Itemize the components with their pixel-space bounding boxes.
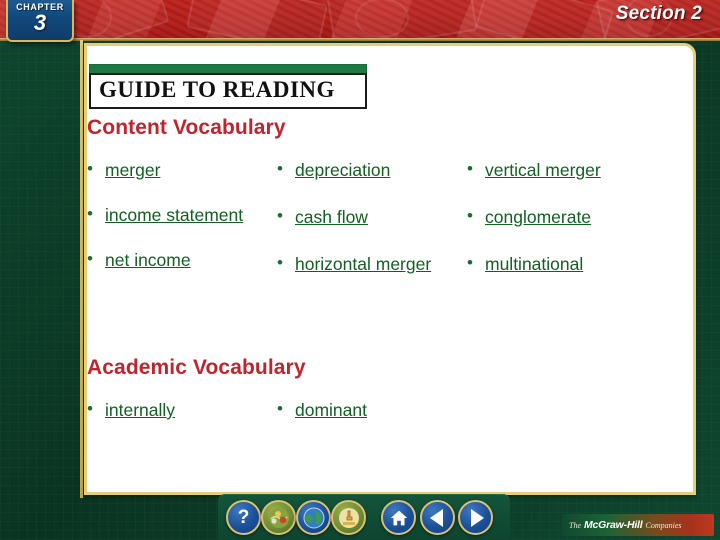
vocabulary-item[interactable]: • merger (87, 158, 277, 183)
academic-vocabulary-column-1: • internally (87, 398, 277, 443)
publisher-logo-name: McGraw-Hill (584, 519, 643, 531)
bullet-icon: • (87, 159, 93, 178)
gold-divider-rule (80, 40, 83, 498)
vocabulary-term[interactable]: cash flow (295, 205, 368, 230)
currency-texture-shape (475, 0, 614, 41)
currency-texture-shape (186, 0, 328, 41)
media-button[interactable] (261, 500, 296, 535)
bullet-icon: • (277, 206, 283, 225)
vocabulary-item[interactable]: • cash flow (277, 205, 467, 230)
vocabulary-item[interactable]: • conglomerate (467, 205, 682, 230)
content-vocabulary-heading: Content Vocabulary (87, 116, 286, 139)
vocabulary-term[interactable]: depreciation (295, 158, 390, 183)
content-vocabulary-column-3: • vertical merger • conglomerate • multi… (467, 158, 682, 299)
vocabulary-term[interactable]: multinational (485, 252, 583, 277)
chapter-badge: CHAPTER 3 (6, 0, 74, 42)
vocabulary-term[interactable]: horizontal merger (295, 252, 431, 277)
vocabulary-term[interactable]: dominant (295, 398, 367, 423)
guide-green-bar (89, 64, 367, 73)
bullet-icon: • (467, 253, 473, 272)
vocabulary-term[interactable]: vertical merger (485, 158, 601, 183)
vocabulary-term[interactable]: merger (105, 158, 160, 183)
next-button[interactable] (458, 500, 493, 535)
guide-to-reading-box: GUIDE TO READING (89, 64, 367, 109)
home-button[interactable] (381, 500, 416, 535)
vocabulary-item[interactable]: • internally (87, 398, 277, 423)
content-vocabulary-column-1: • merger • income statement • net income (87, 158, 277, 293)
bullet-icon: • (277, 159, 283, 178)
vocabulary-item[interactable]: • vertical merger (467, 158, 682, 183)
vocabulary-item[interactable]: • multinational (467, 252, 682, 277)
bullet-icon: • (87, 204, 93, 223)
multimedia-icon (268, 507, 289, 528)
vocabulary-item[interactable]: • horizontal merger (277, 252, 467, 277)
hand-click-icon (338, 507, 359, 528)
activity-button[interactable] (331, 500, 366, 535)
home-icon (390, 510, 407, 525)
top-banner: Section 2 (0, 0, 720, 41)
academic-vocabulary-column-2: • dominant (277, 398, 487, 443)
vocabulary-item[interactable]: • dominant (277, 398, 487, 423)
vocabulary-item[interactable]: • depreciation (277, 158, 467, 183)
help-button[interactable]: ? (226, 500, 261, 535)
vocabulary-term[interactable]: income statement (105, 203, 243, 228)
vocabulary-term[interactable]: net income (105, 248, 191, 273)
right-arrow-icon (470, 508, 484, 527)
bullet-icon: • (87, 249, 93, 268)
bullet-icon: • (277, 253, 283, 272)
content-vocabulary-column-2: • depreciation • cash flow • horizontal … (277, 158, 467, 299)
section-label: Section 2 (615, 3, 702, 24)
bottom-toolbar: ? The McGraw-Hill Companies (0, 494, 720, 540)
vocabulary-item[interactable]: • income statement (87, 203, 277, 228)
vocabulary-item[interactable]: • net income (87, 248, 277, 273)
globe-icon (303, 507, 324, 528)
previous-button[interactable] (420, 500, 455, 535)
bullet-icon: • (87, 399, 93, 418)
publisher-logo-the: The (569, 520, 581, 530)
content-card: GUIDE TO READING Content Vocabulary • me… (84, 43, 696, 495)
left-arrow-icon (429, 508, 443, 527)
publisher-logo: The McGraw-Hill Companies (562, 514, 714, 536)
academic-vocabulary-heading: Academic Vocabulary (87, 356, 306, 379)
publisher-logo-companies: Companies (645, 520, 682, 530)
vocabulary-term[interactable]: conglomerate (485, 205, 591, 230)
vocabulary-term[interactable]: internally (105, 398, 175, 423)
slide-canvas: Section 2 CHAPTER 3 GUIDE TO READING Con… (0, 0, 720, 540)
guide-to-reading-title: GUIDE TO READING (89, 73, 367, 109)
chapter-number: 3 (33, 10, 47, 35)
bullet-icon: • (277, 399, 283, 418)
bullet-icon: • (467, 159, 473, 178)
question-mark-icon: ? (237, 507, 250, 528)
globe-button[interactable] (296, 500, 331, 535)
bullet-icon: • (467, 206, 473, 225)
